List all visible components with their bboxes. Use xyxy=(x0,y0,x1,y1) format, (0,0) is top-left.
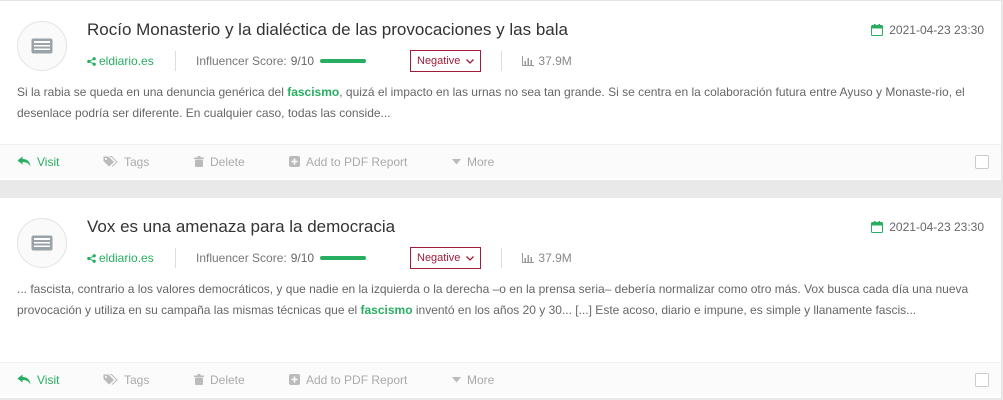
add-to-pdf-button[interactable]: Add to PDF Report xyxy=(289,373,407,387)
more-label: More xyxy=(467,154,495,169)
share-icon xyxy=(87,56,96,66)
bar-chart-icon xyxy=(522,253,535,263)
article-thumbnail xyxy=(17,21,67,71)
influencer-label: Influencer Score: xyxy=(196,251,287,265)
date-text: 2021-04-23 23:30 xyxy=(889,220,984,234)
influencer-value: 9/10 xyxy=(290,54,315,68)
article-card: Rocío Monasterio y la dialéctica de las … xyxy=(0,0,1002,180)
article-snippet: ... fascista, contrario a los valores de… xyxy=(17,279,979,321)
article-card: Vox es una amenaza para la democracia 20… xyxy=(0,198,1002,398)
article-date: 2021-04-23 23:30 xyxy=(871,23,984,37)
influencer-score: Influencer Score: 9/10 xyxy=(176,54,410,68)
visit-label: Visit xyxy=(37,154,60,169)
reach-stat: 37.9M xyxy=(502,251,572,265)
select-checkbox[interactable] xyxy=(975,154,989,169)
article-date: 2021-04-23 23:30 xyxy=(871,220,984,234)
sentiment-select[interactable]: Negative xyxy=(410,247,482,269)
delete-label: Delete xyxy=(210,154,245,169)
keyword-highlight: fascismo xyxy=(360,303,413,317)
add-to-pdf-label: Add to PDF Report xyxy=(306,372,408,387)
source-name: eldiario.es xyxy=(99,54,154,68)
delete-button[interactable]: Delete xyxy=(194,155,245,169)
tags-icon xyxy=(103,374,118,385)
reply-icon xyxy=(17,156,31,167)
bar-chart-icon xyxy=(522,56,535,66)
source-link[interactable]: eldiario.es xyxy=(87,251,175,265)
delete-button[interactable]: Delete xyxy=(194,373,245,387)
reach-value: 37.9M xyxy=(538,251,572,265)
influencer-bar xyxy=(320,59,367,63)
influencer-value: 9/10 xyxy=(290,251,315,265)
reach-value: 37.9M xyxy=(538,54,572,68)
more-label: More xyxy=(467,372,495,387)
reach-stat: 37.9M xyxy=(502,54,572,68)
chevron-down-icon xyxy=(466,58,475,64)
newspaper-icon xyxy=(31,235,53,251)
article-actions: Visit Tags Delete Add to PDF Report More xyxy=(0,362,1001,396)
tags-button[interactable]: Tags xyxy=(103,155,149,169)
calendar-icon xyxy=(871,24,884,36)
calendar-icon xyxy=(871,221,884,233)
article-title[interactable]: Vox es una amenaza para la democracia xyxy=(87,217,395,237)
source-link[interactable]: eldiario.es xyxy=(87,54,175,68)
tags-icon xyxy=(103,156,118,167)
article-actions: Visit Tags Delete Add to PDF Report More xyxy=(0,144,1001,178)
more-button[interactable]: More xyxy=(452,373,494,387)
article-meta: eldiario.es Influencer Score: 9/10 Negat… xyxy=(87,247,572,269)
add-to-pdf-label: Add to PDF Report xyxy=(306,154,408,169)
keyword-highlight: fascismo xyxy=(287,85,340,99)
more-button[interactable]: More xyxy=(452,155,494,169)
article-meta: eldiario.es Influencer Score: 9/10 Negat… xyxy=(87,50,572,72)
sentiment-select[interactable]: Negative xyxy=(410,50,482,72)
article-snippet: Si la rabia se queda en una denuncia gen… xyxy=(17,82,979,124)
date-text: 2021-04-23 23:30 xyxy=(889,23,984,37)
delete-label: Delete xyxy=(210,372,245,387)
trash-icon xyxy=(194,156,204,167)
chevron-down-icon xyxy=(466,255,475,261)
influencer-score: Influencer Score: 9/10 xyxy=(176,251,410,265)
influencer-label: Influencer Score: xyxy=(196,54,287,68)
article-thumbnail xyxy=(17,218,67,268)
reply-icon xyxy=(17,374,31,385)
add-to-pdf-button[interactable]: Add to PDF Report xyxy=(289,155,407,169)
visit-button[interactable]: Visit xyxy=(17,155,59,169)
source-name: eldiario.es xyxy=(99,251,154,265)
newspaper-icon xyxy=(31,38,53,54)
share-icon xyxy=(87,253,96,263)
visit-label: Visit xyxy=(37,372,60,387)
snippet-text: inventó en los años 20 y 30... [...] Est… xyxy=(412,303,917,317)
trash-icon xyxy=(194,374,204,385)
article-title[interactable]: Rocío Monasterio y la dialéctica de las … xyxy=(87,20,568,40)
tags-label: Tags xyxy=(124,372,150,387)
sentiment-value: Negative xyxy=(417,252,461,264)
plus-square-icon xyxy=(289,374,300,385)
snippet-text: Si la rabia se queda en una denuncia gen… xyxy=(17,85,288,99)
caret-down-icon xyxy=(452,376,461,382)
plus-square-icon xyxy=(289,156,300,167)
visit-button[interactable]: Visit xyxy=(17,373,59,387)
select-checkbox[interactable] xyxy=(975,372,989,387)
influencer-bar xyxy=(320,256,367,260)
tags-button[interactable]: Tags xyxy=(103,373,149,387)
sentiment-value: Negative xyxy=(417,55,461,67)
caret-down-icon xyxy=(452,158,461,164)
tags-label: Tags xyxy=(124,154,150,169)
